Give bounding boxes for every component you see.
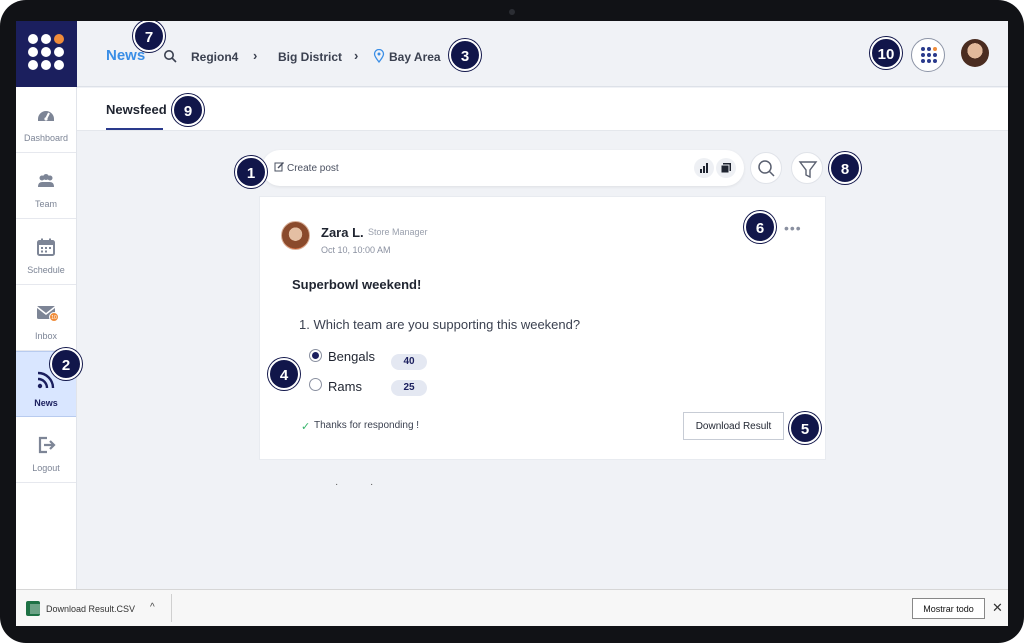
poll-vote-count: 25 — [391, 380, 427, 396]
location-pin-icon — [373, 49, 385, 63]
filter-button[interactable] — [791, 152, 823, 184]
callout-marker: 10 — [870, 37, 902, 69]
callout-marker: 5 — [789, 412, 821, 444]
close-icon[interactable]: ✕ — [992, 600, 1003, 616]
sidebar: Dashboard Team Schedule 10 Inbox News Lo… — [16, 87, 77, 589]
sidebar-item-dashboard[interactable]: Dashboard — [16, 87, 76, 153]
camera-dot — [509, 9, 515, 15]
callout-marker: 8 — [829, 152, 861, 184]
sidebar-item-label: News — [34, 398, 58, 408]
callout-marker: 1 — [235, 156, 267, 188]
apps-grid-icon — [921, 47, 937, 63]
author-role: Store Manager — [368, 227, 428, 237]
sidebar-item-label: Logout — [32, 463, 60, 473]
breadcrumb-district[interactable]: Big District — [278, 50, 342, 64]
dashboard-gauge-icon — [38, 111, 54, 121]
callout-marker: 2 — [50, 348, 82, 380]
poll-vote-count: 40 — [391, 354, 427, 370]
bar-chart-icon — [700, 163, 708, 173]
poll-radio-bengals[interactable] — [309, 349, 322, 362]
gallery-icon — [720, 163, 731, 174]
callout-marker: 3 — [449, 39, 481, 71]
download-result-button[interactable]: Download Result — [683, 412, 784, 440]
calendar-icon — [37, 238, 55, 256]
inbox-badge: 10 — [51, 315, 57, 321]
breadcrumb-area[interactable]: Bay Area — [389, 50, 441, 64]
post-card: Zara L. Store Manager Oct 10, 10:00 AM •… — [259, 196, 826, 460]
sidebar-item-schedule[interactable]: Schedule — [16, 219, 76, 285]
downloads-bar: Download Result.CSV ^ Mostrar todo ✕ — [16, 589, 1008, 626]
author-avatar[interactable] — [281, 221, 310, 250]
sidebar-item-label: Dashboard — [23, 133, 69, 143]
show-all-button[interactable]: Mostrar todo — [912, 598, 985, 619]
pagination-dot: · — [370, 479, 374, 490]
page-title: News — [106, 47, 146, 64]
post-timestamp: Oct 10, 10:00 AM — [321, 245, 391, 255]
create-post-bar[interactable]: Create post — [262, 150, 744, 186]
device-frame: Dashboard Team Schedule 10 Inbox News Lo… — [0, 0, 1024, 643]
breadcrumb-region[interactable]: Region4 — [191, 50, 238, 64]
user-avatar[interactable] — [961, 39, 989, 67]
callout-marker: 9 — [172, 94, 204, 126]
poll-option-label[interactable]: Bengals — [328, 349, 375, 364]
divider — [171, 594, 172, 622]
filter-icon — [798, 161, 818, 179]
edit-icon — [274, 162, 284, 172]
post-title: Superbowl weekend! — [292, 277, 422, 292]
response-confirmation: Thanks for responding ! — [314, 420, 420, 431]
callout-marker: 6 — [744, 211, 776, 243]
callout-marker: 4 — [268, 358, 300, 390]
tab-bar: Newsfeed — [77, 88, 1008, 131]
sidebar-item-logout[interactable]: Logout — [16, 417, 76, 483]
top-header: News Region4 › Big District › Bay Area — [77, 21, 1008, 87]
team-icon — [38, 174, 54, 187]
apps-menu-button[interactable] — [911, 38, 945, 72]
search-icon[interactable] — [163, 49, 177, 63]
sidebar-item-label: Inbox — [34, 331, 58, 341]
post-author[interactable]: Zara L. — [321, 225, 364, 240]
sidebar-item-team[interactable]: Team — [16, 153, 76, 219]
excel-file-icon — [26, 601, 40, 616]
chevron-right-icon: › — [253, 48, 258, 63]
poll-button[interactable] — [694, 158, 714, 178]
chevron-up-icon[interactable]: ^ — [150, 602, 155, 613]
sidebar-item-label: Team — [34, 199, 57, 209]
app-screen: Dashboard Team Schedule 10 Inbox News Lo… — [16, 21, 1008, 626]
sidebar-item-inbox[interactable]: 10 Inbox — [16, 285, 76, 351]
mail-icon: 10 — [36, 306, 58, 322]
search-icon — [758, 160, 775, 177]
checkmark-icon: ✓ — [301, 421, 311, 433]
chevron-right-icon: › — [354, 48, 359, 63]
poll-radio-rams[interactable] — [309, 378, 322, 391]
poll-question: 1. Which team are you supporting this we… — [299, 317, 581, 332]
downloaded-file-name[interactable]: Download Result.CSV — [46, 604, 135, 614]
poll-option-label[interactable]: Rams — [328, 379, 362, 394]
pagination-dot: · — [335, 479, 339, 490]
search-button[interactable] — [750, 152, 782, 184]
logo-dots-icon — [28, 34, 66, 74]
logout-icon — [38, 436, 56, 454]
active-tab-indicator — [106, 128, 163, 130]
create-post-placeholder[interactable]: Create post — [287, 163, 339, 174]
media-button[interactable] — [716, 158, 736, 178]
more-options-icon[interactable]: ••• — [784, 220, 802, 236]
sidebar-item-label: Schedule — [27, 265, 65, 275]
callout-marker: 7 — [133, 21, 165, 52]
tab-newsfeed[interactable]: Newsfeed — [106, 102, 167, 117]
app-logo[interactable] — [16, 21, 77, 87]
